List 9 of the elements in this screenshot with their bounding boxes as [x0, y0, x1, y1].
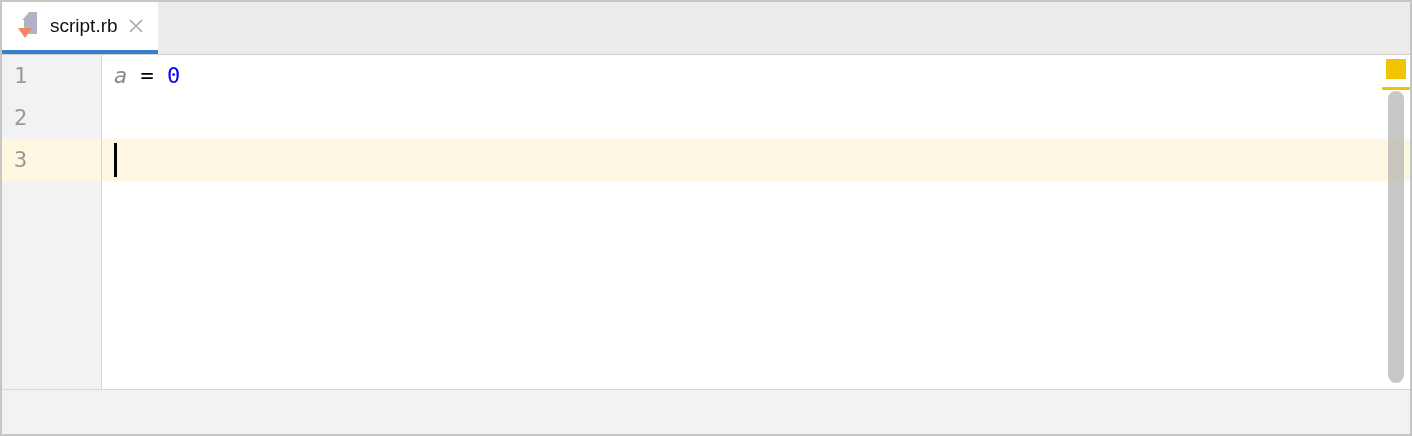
line-number: 3: [13, 146, 29, 174]
code-line: a = 0: [114, 62, 181, 90]
tab-label: script.rb: [50, 15, 118, 37]
line-number: 1: [13, 62, 29, 90]
scroll-marker: [1382, 87, 1410, 90]
line-number: 2: [13, 104, 29, 132]
error-stripe-marker[interactable]: [1386, 59, 1406, 79]
file-tab[interactable]: script.rb: [2, 2, 158, 54]
scrollbar-thumb[interactable]: [1388, 91, 1404, 383]
